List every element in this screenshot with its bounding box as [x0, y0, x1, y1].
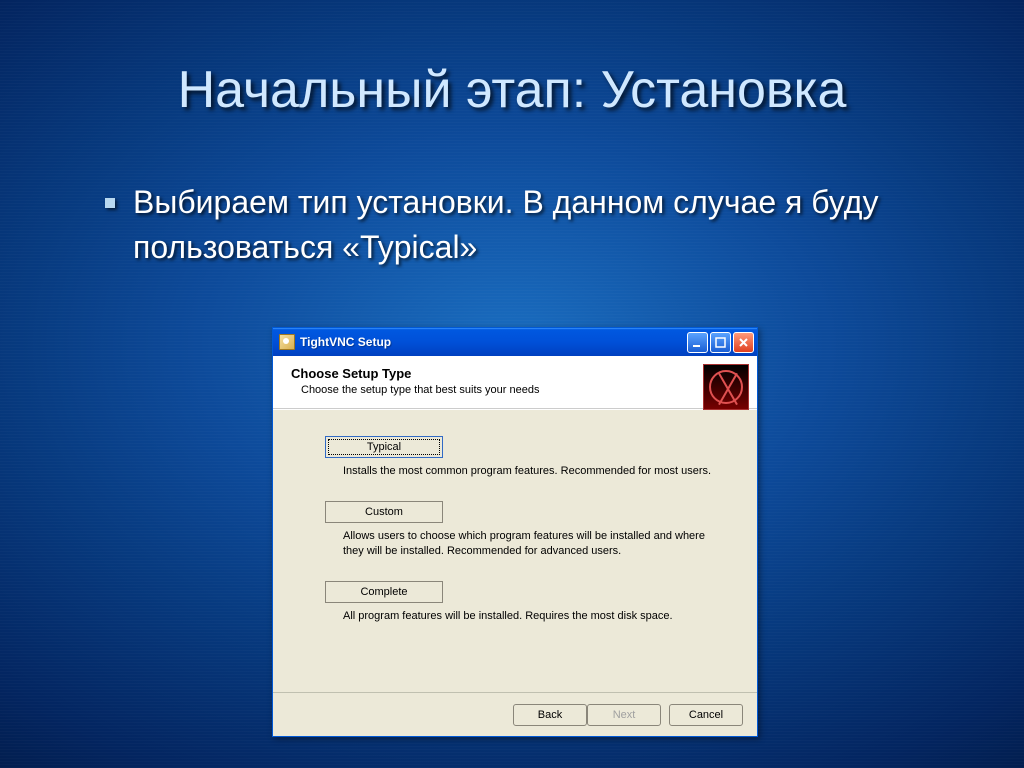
- product-logo: [703, 364, 749, 410]
- wizard-header-subtitle: Choose the setup type that best suits yo…: [301, 384, 743, 396]
- back-button[interactable]: Back: [513, 704, 587, 726]
- close-button[interactable]: [733, 332, 754, 353]
- maximize-button[interactable]: [710, 332, 731, 353]
- installer-icon: [279, 334, 295, 350]
- slide-title: Начальный этап: Установка: [0, 60, 1024, 120]
- wizard-body: Typical Installs the most common program…: [273, 410, 757, 692]
- minimize-button[interactable]: [687, 332, 708, 353]
- next-button: Next: [587, 704, 661, 726]
- wizard-footer: Back Next Cancel: [273, 692, 757, 736]
- complete-desc: All program features will be installed. …: [343, 609, 715, 624]
- typical-desc: Installs the most common program feature…: [343, 464, 715, 479]
- cancel-button[interactable]: Cancel: [669, 704, 743, 726]
- wizard-header: Choose Setup Type Choose the setup type …: [273, 356, 757, 409]
- titlebar[interactable]: TightVNC Setup: [273, 328, 757, 356]
- window-title: TightVNC Setup: [300, 335, 687, 349]
- wizard-header-title: Choose Setup Type: [291, 366, 743, 381]
- custom-button[interactable]: Custom: [325, 501, 443, 523]
- custom-desc: Allows users to choose which program fea…: [343, 529, 715, 559]
- complete-button[interactable]: Complete: [325, 581, 443, 603]
- typical-button[interactable]: Typical: [325, 436, 443, 458]
- slide-bullet: Выбираем тип установки. В данном случае …: [105, 180, 964, 270]
- installer-window: TightVNC Setup Choose Setup Type Choose …: [272, 327, 758, 737]
